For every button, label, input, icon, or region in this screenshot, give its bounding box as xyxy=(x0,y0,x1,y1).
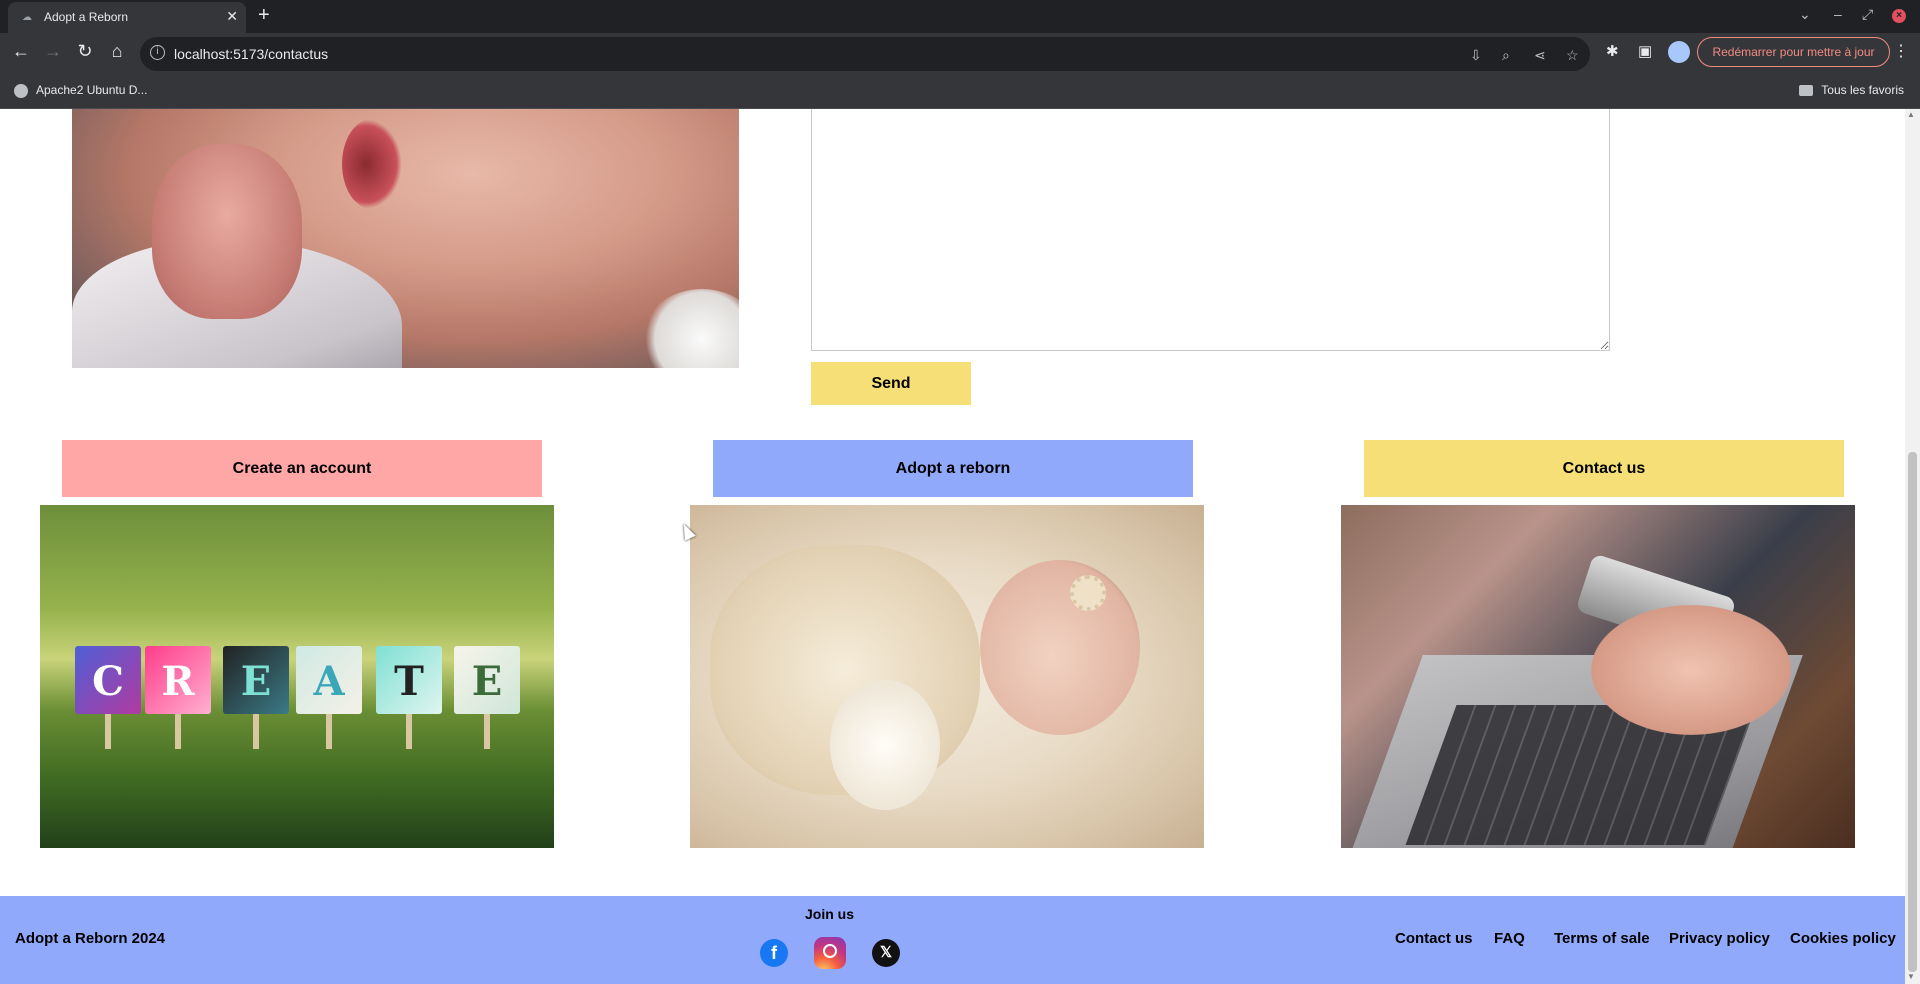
sign-a: A xyxy=(296,646,362,714)
photo-lace xyxy=(642,289,739,368)
tab-search-icon[interactable]: ⌄ xyxy=(1799,6,1811,23)
sign-t: T xyxy=(376,646,442,714)
all-bookmarks[interactable]: Tous les favoris xyxy=(1799,83,1904,97)
photo-headband-flower xyxy=(1070,575,1106,611)
browser-toolbar: ← → ↻ ⌂ i localhost:5173/contactus ⇩ ⌕ ⋖… xyxy=(0,33,1920,75)
photo-hand-holding-phone xyxy=(1591,605,1791,735)
sleeping-reborn-photo[interactable] xyxy=(690,505,1204,848)
tab-title: Adopt a Reborn xyxy=(44,10,129,24)
photo-baby-head xyxy=(980,560,1140,735)
install-app-icon[interactable]: ⇩ xyxy=(1470,47,1482,64)
footer-link-faq[interactable]: FAQ xyxy=(1494,930,1525,947)
join-us-label: Join us xyxy=(805,906,855,922)
extensions-icon[interactable]: ✱ xyxy=(1606,42,1619,60)
site-footer: Adopt a Reborn 2024 Join us f 𝕏 Contact … xyxy=(0,896,1905,984)
sign-e: E xyxy=(223,646,289,714)
sign-post xyxy=(484,714,490,749)
minimize-icon[interactable]: – xyxy=(1834,6,1842,22)
sign-letter: A xyxy=(313,658,345,705)
globe-icon xyxy=(14,83,28,98)
footer-link-contact-us[interactable]: Contact us xyxy=(1395,930,1473,947)
photo-mouth xyxy=(342,119,402,209)
zoom-icon[interactable]: ⌕ xyxy=(1502,47,1510,64)
sign-post xyxy=(105,714,111,749)
share-icon[interactable]: ⋖ xyxy=(1534,47,1546,64)
bookmark-star-icon[interactable]: ☆ xyxy=(1566,47,1579,64)
photo-hand xyxy=(152,144,302,319)
x-icon[interactable]: 𝕏 xyxy=(872,939,900,967)
all-bookmarks-label: Tous les favoris xyxy=(1821,83,1904,97)
footer-brand: Adopt a Reborn 2024 xyxy=(15,930,166,947)
browser-menu-icon[interactable]: ⋮ xyxy=(1893,41,1909,61)
sign-letter: C xyxy=(92,658,124,705)
tab-favicon-icon: ☁ xyxy=(22,12,32,23)
browser-tab-strip: ☁ Adopt a Reborn ✕ + ⌄ – ⤢ × xyxy=(0,0,1920,33)
bookmark-apache[interactable]: Apache2 Ubuntu D... xyxy=(14,83,147,98)
bookmarks-bar: Apache2 Ubuntu D... Tous les favoris xyxy=(0,75,1920,109)
create-signs-photo[interactable]: C R E A T E xyxy=(40,505,554,848)
sign-letter: T xyxy=(394,658,424,705)
window-close-icon[interactable]: × xyxy=(1892,9,1906,23)
footer-link-cookies[interactable]: Cookies policy xyxy=(1790,930,1896,947)
sign-r: R xyxy=(145,646,211,714)
sign-post xyxy=(253,714,259,749)
facebook-icon[interactable]: f xyxy=(760,939,788,967)
sign-letter: R xyxy=(161,658,195,705)
back-icon[interactable]: ← xyxy=(10,41,32,62)
sign-post xyxy=(326,714,332,749)
scroll-up-arrow-icon[interactable]: ▲ xyxy=(1907,110,1915,119)
bookmark-apache-label: Apache2 Ubuntu D... xyxy=(36,83,148,97)
address-url[interactable]: localhost:5173/contactus xyxy=(174,46,328,62)
instagram-icon[interactable] xyxy=(814,937,846,969)
sign-e2: E xyxy=(454,646,520,714)
card-title-adopt-reborn[interactable]: Adopt a reborn xyxy=(713,440,1193,497)
new-tab-button[interactable]: + xyxy=(258,4,270,27)
close-tab-icon[interactable]: ✕ xyxy=(226,8,238,25)
scroll-down-arrow-icon[interactable]: ▼ xyxy=(1907,972,1915,981)
update-restart-button[interactable]: Redémarrer pour mettre à jour xyxy=(1697,37,1890,67)
site-info-icon[interactable]: i xyxy=(150,45,165,60)
card-title-contact-us[interactable]: Contact us xyxy=(1364,440,1844,497)
folder-icon xyxy=(1799,85,1814,97)
contact-baby-photo xyxy=(72,109,739,368)
home-icon[interactable]: ⌂ xyxy=(106,41,128,62)
reload-icon[interactable]: ↻ xyxy=(74,41,96,62)
sign-letter: E xyxy=(471,658,503,705)
address-bar[interactable]: i localhost:5173/contactus ⇩ ⌕ ⋖ ☆ xyxy=(140,37,1590,71)
send-button[interactable]: Send xyxy=(811,362,971,405)
restore-icon[interactable]: ⤢ xyxy=(1862,6,1873,23)
footer-link-privacy[interactable]: Privacy policy xyxy=(1669,930,1770,947)
sign-post xyxy=(175,714,181,749)
message-textarea[interactable] xyxy=(811,109,1610,351)
card-title-create-account[interactable]: Create an account xyxy=(62,440,542,497)
footer-link-terms[interactable]: Terms of sale xyxy=(1554,930,1650,947)
sign-c: C xyxy=(75,646,141,714)
sign-post xyxy=(406,714,412,749)
profile-avatar[interactable] xyxy=(1668,41,1690,63)
browser-tab[interactable]: ☁ Adopt a Reborn ✕ xyxy=(8,2,246,33)
side-panel-icon[interactable]: ▣ xyxy=(1638,42,1652,60)
forward-icon[interactable]: → xyxy=(42,41,64,62)
sign-letter: E xyxy=(240,658,272,705)
scrollbar-thumb[interactable] xyxy=(1908,452,1917,972)
page-viewport: Send Create an account C R E A T E Adopt… xyxy=(0,109,1905,984)
instagram-ring xyxy=(823,944,837,959)
phone-laptop-photo[interactable] xyxy=(1341,505,1855,848)
photo-plush-lamb xyxy=(830,680,940,810)
